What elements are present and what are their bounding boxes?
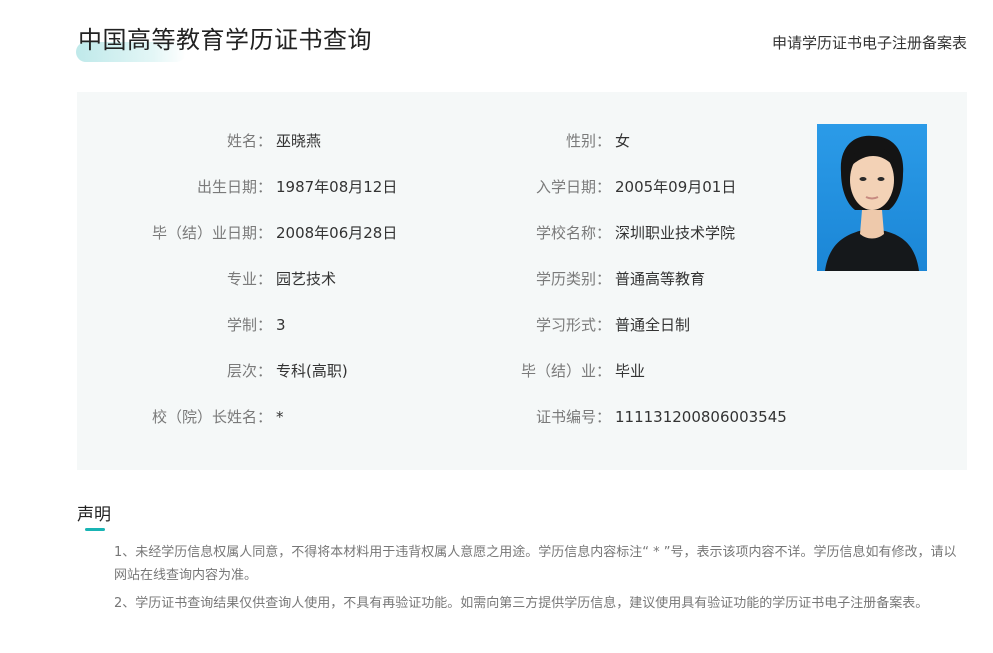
notice-item: 2、学历证书查询结果仅供查询人使用，不具有再验证功能。如需向第三方提供学历信息，… — [114, 596, 929, 611]
field-value: 毕业 — [615, 362, 646, 380]
field-row-study-mode: 学习形式 ： 普通全日制 — [400, 314, 800, 336]
field-row-gender: 性别 ： 女 — [400, 130, 800, 152]
field-label: 证书编号 — [535, 408, 596, 426]
field-colon: ： — [596, 270, 612, 288]
field-colon: ： — [596, 408, 612, 426]
field-colon: ： — [257, 316, 273, 334]
field-value: 深圳职业技术学院 — [615, 224, 736, 242]
field-colon: ： — [596, 362, 612, 380]
field-value: 普通高等教育 — [615, 270, 706, 288]
field-colon: ： — [257, 178, 273, 196]
student-photo-icon — [817, 124, 927, 271]
field-value: 专科(高职) — [276, 362, 348, 380]
field-label: 学习形式 — [535, 316, 596, 334]
field-colon: ： — [257, 132, 273, 150]
field-label: 毕（结）业日期 — [151, 224, 257, 242]
field-value: 女 — [615, 132, 631, 150]
field-value: 2005年09月01日 — [615, 178, 737, 196]
field-label: 学历类别 — [535, 270, 596, 288]
field-value: 111131200806003545 — [615, 408, 787, 426]
student-photo — [817, 124, 927, 271]
field-colon: ： — [596, 224, 612, 242]
field-colon: ： — [596, 178, 612, 196]
field-row-enrollment-date: 入学日期 ： 2005年09月01日 — [400, 176, 800, 198]
field-value: 园艺技术 — [276, 270, 337, 288]
field-label: 校（院）长姓名 — [151, 408, 257, 426]
field-label: 层次 — [226, 362, 257, 380]
field-row-certificate-number: 证书编号 ： 111131200806003545 — [400, 406, 800, 428]
notice-item: 1、未经学历信息权属人同意，不得将本材料用于违背权属人意愿之用途。学历信息内容标… — [114, 545, 957, 583]
field-label: 专业 — [226, 270, 257, 288]
field-value: 1987年08月12日 — [276, 178, 398, 196]
field-value: 巫晓燕 — [276, 132, 322, 150]
field-row-school-name: 学校名称 ： 深圳职业技术学院 — [400, 222, 800, 244]
field-colon: ： — [257, 362, 273, 380]
field-label: 入学日期 — [535, 178, 596, 196]
field-colon: ： — [596, 316, 612, 334]
field-value: 普通全日制 — [615, 316, 691, 334]
field-label: 学制 — [226, 316, 257, 334]
notice-title-underline — [85, 528, 105, 531]
field-value: 3 — [276, 316, 286, 334]
field-label: 学校名称 — [535, 224, 596, 242]
field-label: 性别 — [565, 132, 596, 150]
field-label: 姓名 — [226, 132, 257, 150]
field-colon: ： — [257, 408, 273, 426]
field-colon: ： — [596, 132, 612, 150]
field-value: 2008年06月28日 — [276, 224, 398, 242]
field-value: * — [276, 408, 284, 426]
field-row-graduation-status: 毕（结）业 ： 毕业 — [400, 360, 800, 382]
field-colon: ： — [257, 270, 273, 288]
notice-title: 声明 — [77, 505, 111, 525]
field-label: 出生日期 — [196, 178, 257, 196]
field-label: 毕（结）业 — [520, 362, 596, 380]
field-row-education-type: 学历类别 ： 普通高等教育 — [400, 268, 800, 290]
field-colon: ： — [257, 224, 273, 242]
page-title: 中国高等教育学历证书查询 — [78, 26, 372, 54]
apply-registration-form-link[interactable]: 申请学历证书电子注册备案表 — [772, 32, 967, 53]
